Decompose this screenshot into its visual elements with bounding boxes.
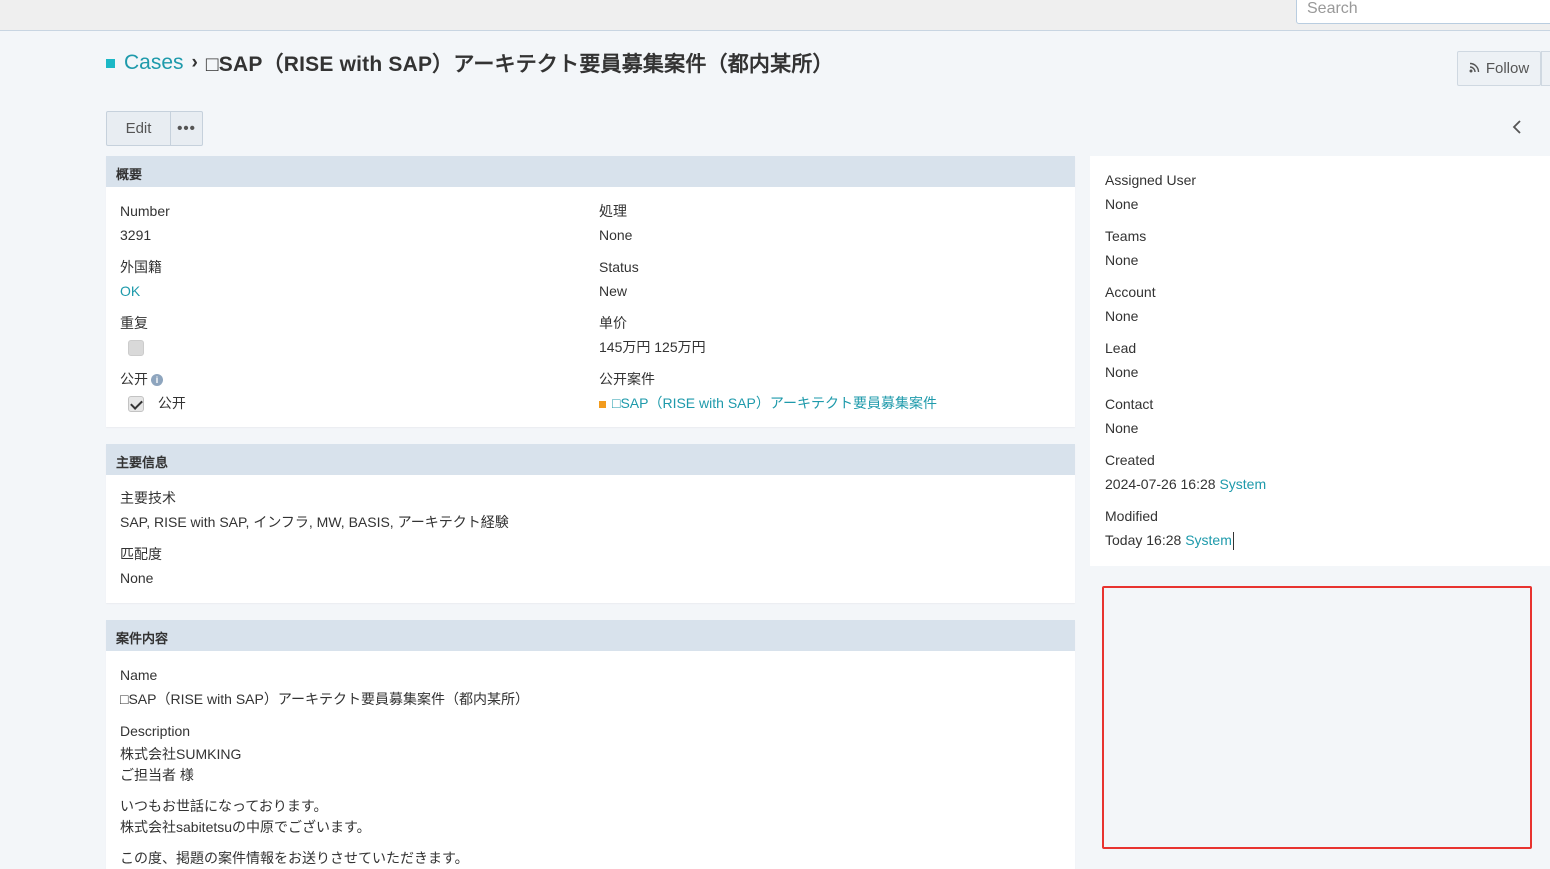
created-label: Created bbox=[1105, 452, 1155, 468]
duplicate-value bbox=[120, 336, 148, 358]
record-actions: Edit ••• bbox=[106, 111, 203, 146]
top-navbar bbox=[0, 0, 1550, 31]
side-panel: Assigned User None Teams None Account No… bbox=[1090, 156, 1550, 566]
processing-value: None bbox=[599, 227, 633, 243]
duplicate-label: 重复 bbox=[120, 315, 148, 331]
field-number: Number 3291 bbox=[120, 201, 170, 246]
modified-time: Today 16:28 bbox=[1105, 532, 1182, 548]
contact-value: None bbox=[1105, 420, 1139, 436]
modified-value: Today 16:28 System bbox=[1105, 529, 1234, 551]
duplicate-checkbox bbox=[128, 340, 144, 357]
highlight-box bbox=[1102, 586, 1532, 849]
match-label: 匹配度 bbox=[120, 546, 162, 562]
field-modified: Modified Today 16:28 System bbox=[1105, 506, 1234, 551]
case-content-panel-title: 案件内容 bbox=[106, 620, 1075, 651]
foreign-label: 外国籍 bbox=[120, 259, 162, 275]
edit-button[interactable]: Edit bbox=[106, 111, 171, 146]
name-label: Name bbox=[120, 667, 158, 683]
case-content-panel: 案件内容 Name □SAP（RISE with SAP）アーキテクト要員募集案… bbox=[106, 620, 1075, 869]
field-processing: 処理 None bbox=[599, 201, 632, 246]
foreign-value-link[interactable]: OK bbox=[120, 280, 162, 302]
modified-by-link[interactable]: System bbox=[1185, 532, 1232, 548]
field-assigned-user: Assigned User None bbox=[1105, 170, 1196, 215]
match-value: None bbox=[120, 570, 154, 586]
public-case-value: □SAP（RISE with SAP）アーキテクト要員募集案件 bbox=[599, 392, 937, 414]
description-line: この度、掲題の案件情報をお送りさせていただきます。 bbox=[120, 850, 469, 866]
overview-panel-title: 概要 bbox=[106, 156, 1075, 187]
modified-label: Modified bbox=[1105, 508, 1158, 524]
page-title: □SAP（RISE with SAP）アーキテクト要員募集案件（都内某所） bbox=[205, 53, 834, 76]
public-case-link[interactable]: □SAP（RISE with SAP）アーキテクト要員募集案件 bbox=[612, 395, 937, 411]
assigned-user-label: Assigned User bbox=[1105, 172, 1197, 188]
field-tech: 主要技术 SAP, RISE with SAP, インフラ, MW, BASIS… bbox=[120, 488, 509, 533]
more-actions-button[interactable]: ••• bbox=[171, 111, 203, 146]
breadcrumb-separator: › bbox=[191, 52, 198, 73]
field-match: 匹配度 None bbox=[120, 544, 162, 589]
field-public: 公开 i 公开 bbox=[120, 369, 186, 414]
account-value: None bbox=[1105, 308, 1139, 324]
overview-panel: 概要 Number 3291 処理 None 外国籍 OK Status New… bbox=[106, 156, 1075, 427]
description-value: 株式会社SUMKING ご担当者 様 いつもお世話になっております。 株式会社s… bbox=[120, 744, 469, 869]
field-description: Description 株式会社SUMKING ご担当者 様 いつもお世話になっ… bbox=[120, 721, 469, 869]
follow-dropdown-edge[interactable] bbox=[1541, 51, 1550, 86]
field-lead: Lead None bbox=[1105, 338, 1138, 383]
field-name: Name □SAP（RISE with SAP）アーキテクト要員募集案件（都内某… bbox=[120, 665, 529, 710]
price-value: 145万円 125万円 bbox=[599, 339, 706, 355]
follow-button[interactable]: Follow bbox=[1457, 51, 1541, 86]
rss-icon bbox=[1469, 60, 1480, 77]
public-case-color-icon bbox=[599, 400, 606, 408]
teams-label: Teams bbox=[1105, 228, 1147, 244]
number-value: 3291 bbox=[120, 227, 152, 243]
public-case-label: 公开案件 bbox=[599, 371, 655, 387]
field-price: 单价 145万円 125万円 bbox=[599, 313, 706, 358]
account-label: Account bbox=[1105, 284, 1156, 300]
breadcrumb: Cases › □SAP（RISE with SAP）アーキテクト要員募集案件（… bbox=[106, 48, 834, 78]
public-label-row: 公开 i bbox=[120, 369, 186, 389]
name-value: □SAP（RISE with SAP）アーキテクト要員募集案件（都内某所） bbox=[120, 691, 529, 707]
public-value: 公开 bbox=[120, 392, 186, 414]
info-icon[interactable]: i bbox=[151, 374, 163, 387]
text-cursor bbox=[1232, 532, 1234, 551]
chevron-left-icon[interactable] bbox=[1512, 115, 1522, 141]
breadcrumb-cases-link[interactable]: Cases bbox=[124, 51, 184, 75]
field-duplicate: 重复 bbox=[120, 313, 148, 358]
status-label: Status bbox=[599, 259, 639, 275]
cases-color-icon bbox=[106, 58, 115, 68]
public-checkbox bbox=[128, 396, 144, 413]
main-info-panel: 主要信息 主要技术 SAP, RISE with SAP, インフラ, MW, … bbox=[106, 444, 1075, 603]
number-label: Number bbox=[120, 203, 170, 219]
search-input[interactable] bbox=[1296, 0, 1550, 24]
created-time: 2024-07-26 16:28 bbox=[1105, 476, 1216, 492]
processing-label: 処理 bbox=[599, 203, 627, 219]
field-created: Created 2024-07-26 16:28 System bbox=[1105, 450, 1266, 495]
lead-value: None bbox=[1105, 364, 1139, 380]
assigned-user-value: None bbox=[1105, 196, 1139, 212]
field-status: Status New bbox=[599, 257, 639, 302]
description-label: Description bbox=[120, 723, 191, 739]
follow-label: Follow bbox=[1485, 60, 1530, 77]
contact-label: Contact bbox=[1105, 396, 1154, 412]
price-label: 单价 bbox=[599, 315, 627, 331]
created-by-link[interactable]: System bbox=[1219, 476, 1266, 492]
lead-label: Lead bbox=[1105, 340, 1137, 356]
created-value: 2024-07-26 16:28 System bbox=[1105, 473, 1266, 495]
description-line: ご担当者 様 bbox=[120, 767, 194, 783]
field-account: Account None bbox=[1105, 282, 1156, 327]
tech-value: SAP, RISE with SAP, インフラ, MW, BASIS, アーキ… bbox=[120, 514, 509, 530]
public-checkbox-label: 公开 bbox=[157, 395, 186, 411]
field-teams: Teams None bbox=[1105, 226, 1146, 271]
field-contact: Contact None bbox=[1105, 394, 1153, 439]
description-line: 株式会社SUMKING bbox=[120, 746, 242, 762]
description-line: いつもお世話になっております。 bbox=[120, 798, 328, 814]
field-foreign: 外国籍 OK bbox=[120, 257, 162, 302]
tech-label: 主要技术 bbox=[120, 490, 176, 506]
description-line: 株式会社sabitetsuの中原でございます。 bbox=[120, 819, 371, 835]
main-info-panel-title: 主要信息 bbox=[106, 444, 1075, 475]
field-public-case: 公开案件 □SAP（RISE with SAP）アーキテクト要員募集案件 bbox=[599, 369, 937, 414]
teams-value: None bbox=[1105, 252, 1139, 268]
status-value: New bbox=[599, 283, 628, 299]
public-label: 公开 bbox=[120, 371, 148, 387]
